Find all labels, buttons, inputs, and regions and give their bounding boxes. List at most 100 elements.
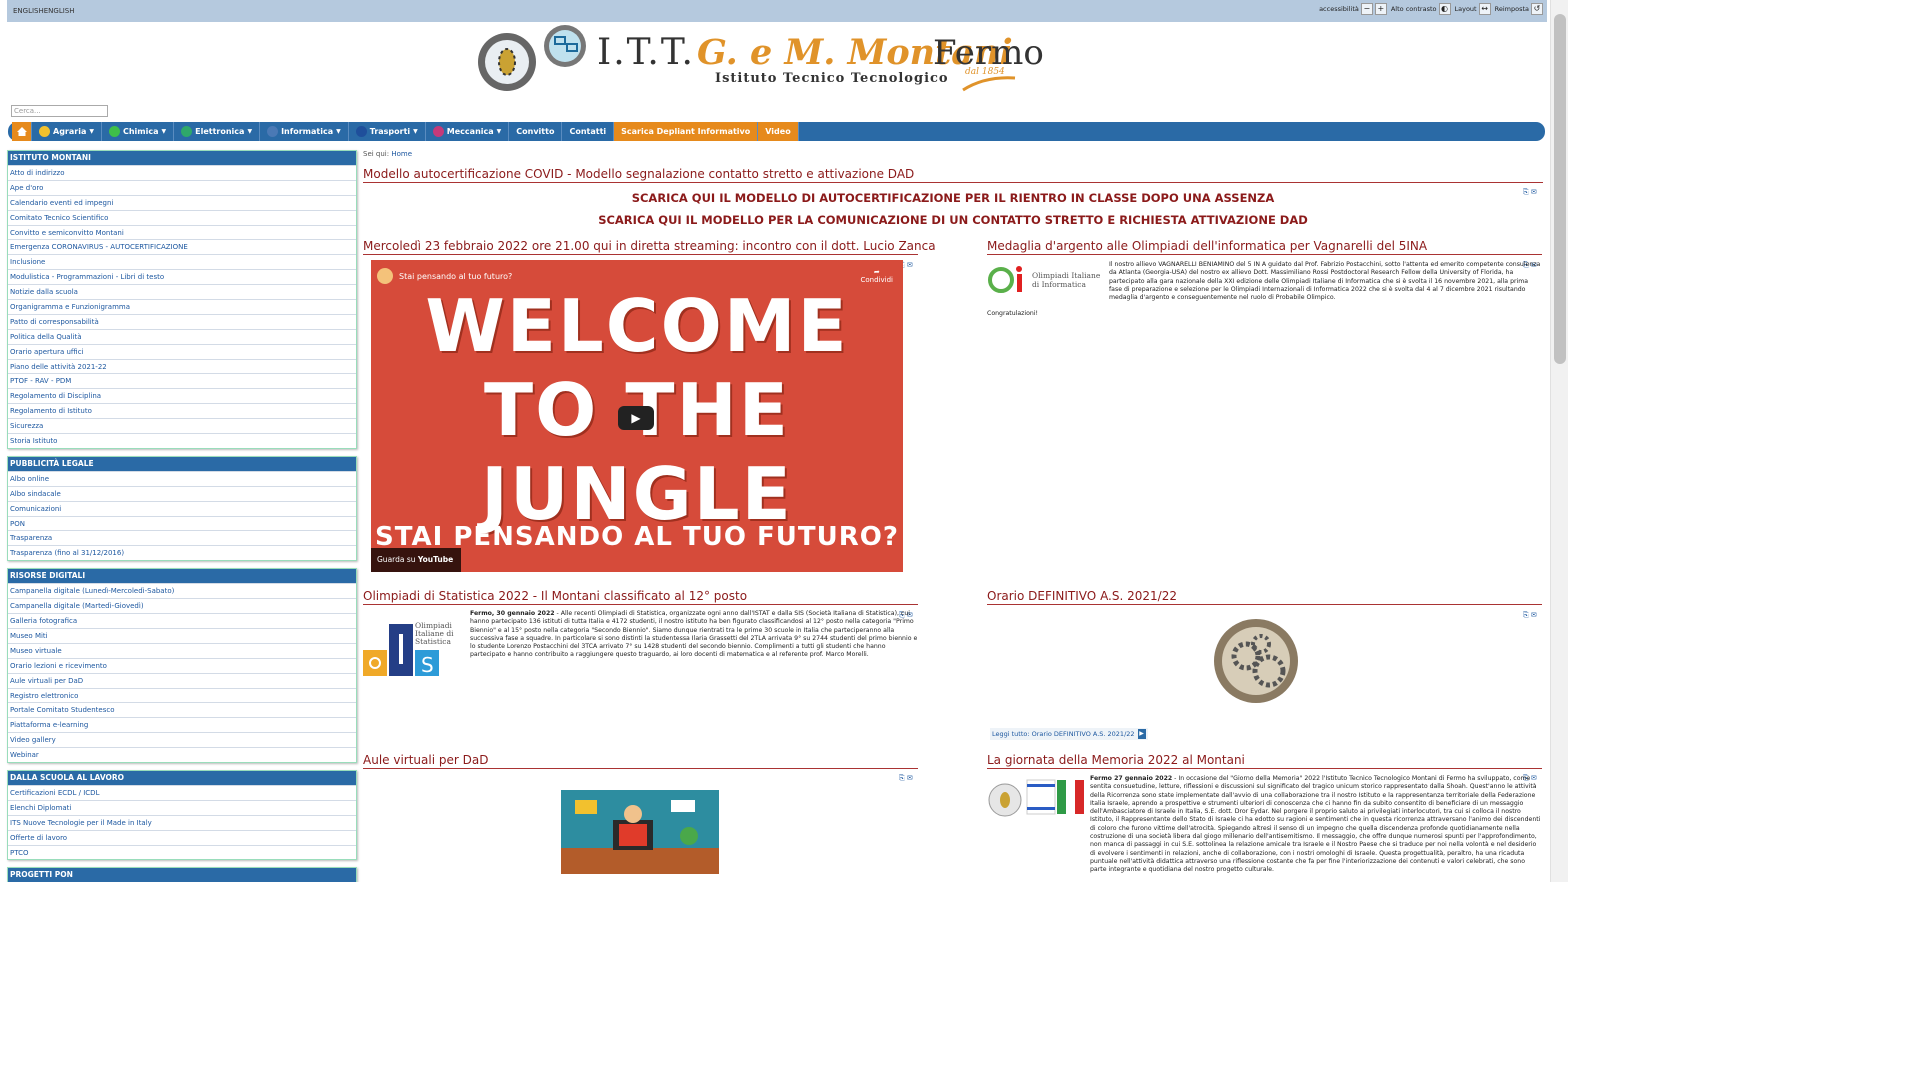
trasporti-icon [355, 126, 367, 137]
english-language-link[interactable]: ENGLISHENGLISH [13, 7, 75, 15]
sidebar-item[interactable]: Certificazioni ECDL / ICDL [8, 784, 356, 800]
nav-elettronica[interactable]: Elettronica ▼ [174, 122, 261, 141]
svg-text:Istituto Tecnico Tecnologico: Istituto Tecnico Tecnologico [715, 71, 949, 86]
sidebar-item[interactable]: Emergenza CORONAVIRUS - AUTOCERTIFICAZIO… [8, 239, 356, 254]
nav-video[interactable]: Video [758, 122, 799, 141]
orario-article-title[interactable]: Orario DEFINITIVO A.S. 2021/22 [987, 589, 1542, 605]
sidebar-item[interactable]: Ape d'oro [8, 179, 356, 195]
nav-informatica[interactable]: Informatica ▼ [260, 122, 349, 141]
svg-text:S: S [421, 653, 434, 676]
sidebar-item[interactable]: Albo online [8, 470, 356, 486]
search-input[interactable]: Cerca... [11, 105, 108, 117]
watch-on-youtube-button[interactable]: Guarda su YouTube [371, 548, 461, 572]
print-email-icon[interactable]: ⎘ ✉ [1523, 611, 1537, 620]
sidebar-item[interactable]: Webinar [8, 747, 356, 762]
sidebar-item[interactable]: Museo virtuale [8, 642, 356, 658]
contrast-icon[interactable]: ◐ [1438, 3, 1451, 15]
sidebar-item[interactable]: Convitto e semiconvitto Montani [8, 224, 356, 240]
medal-article-title[interactable]: Medaglia d'argento alle Olimpiadi dell'i… [987, 239, 1542, 255]
accessibility-label: accessibilità [1319, 5, 1359, 13]
sidebar-item[interactable]: Galleria fotografica [8, 613, 356, 628]
sidebar-item[interactable]: Trasparenza [8, 530, 356, 545]
accessibility-tools: accessibilità − + Alto contrasto ◐ Layou… [1319, 3, 1543, 15]
vertical-scrollbar[interactable] [1550, 0, 1568, 882]
video-title[interactable]: Stai pensando al tuo futuro? [399, 272, 512, 281]
sidebar-item[interactable]: Regolamento di Istituto [8, 403, 356, 418]
main-nav: Agraria ▼ Chimica ▼ Elettronica ▼ Informati… [8, 122, 1545, 141]
statistics-article-title[interactable]: Olimpiadi di Statistica 2022 - Il Montan… [363, 589, 918, 605]
nav-convitto[interactable]: Convitto [509, 122, 563, 141]
nav-contatti[interactable]: Contatti [562, 122, 615, 141]
sidebar-item[interactable]: Notizie dalla scuola [8, 284, 356, 299]
sidebar-item[interactable]: Campanella digitale (Lunedì-Mercoledì-Sa… [8, 583, 356, 598]
olimpiadi-informatica-logo: Olimpiadi Italiane di Informatica [987, 260, 1105, 300]
memoria-logos-image [987, 774, 1087, 820]
chimica-icon [108, 126, 120, 137]
sidebar-item[interactable]: Museo Miti [8, 627, 356, 643]
layout-icon[interactable]: ↔ [1478, 3, 1491, 15]
sidebar-item[interactable]: Campanella digitale (Martedì-Giovedì) [8, 598, 356, 613]
scrollbar-thumb[interactable] [1554, 14, 1566, 364]
breadcrumb-home[interactable]: Home [391, 150, 412, 158]
nav-depliant[interactable]: Scarica Depliant Informativo [614, 122, 759, 141]
reset-label: Reimposta [1494, 5, 1529, 13]
sidebar-item[interactable]: Trasparenza (fino al 31/12/2016) [8, 545, 356, 560]
orario-read-more-link[interactable]: Leggi tutto: Orario DEFINITIVO A.S. 2021… [990, 728, 1148, 740]
sidebar-item[interactable]: Calendario eventi ed impegni [8, 194, 356, 210]
covid-article-title[interactable]: Modello autocertificazione COVID - Model… [363, 167, 1543, 183]
sidebar-item[interactable]: Orario lezioni e ricevimento [8, 657, 356, 673]
sidebar-item[interactable]: Regolamento di Disciplina [8, 388, 356, 403]
aule-article-title[interactable]: Aule virtuali per DaD [363, 753, 918, 769]
site-logo[interactable]: I.T.T. G. e M. Montani Fermo Istituto Te… [475, 24, 1065, 96]
sidebar-item[interactable]: Albo sindacale [8, 485, 356, 501]
video-header: Stai pensando al tuo futuro? [377, 268, 512, 284]
autocertificazione-link[interactable]: SCARICA QUI IL MODELLO DI AUTOCERTIFICAZ… [363, 191, 1543, 205]
nav-meccanica[interactable]: Meccanica ▼ [426, 122, 510, 141]
medal-article-text: Il nostro allievo VAGNARELLI BENIAMINO d… [1109, 261, 1541, 302]
zoom-in-icon[interactable]: + [1374, 3, 1387, 15]
breadcrumb: Sei qui: Home [363, 150, 412, 158]
streaming-article-title[interactable]: Mercoledì 23 febbraio 2022 ore 21.00 qui… [363, 239, 936, 255]
sidebar-item[interactable]: Patto di corresponsabilità [8, 313, 356, 329]
sidebar-item[interactable]: Atto di indirizzo [8, 165, 356, 180]
sidebar-item[interactable]: Orario apertura uffici [8, 343, 356, 359]
sidebar-item[interactable]: Politica della Qualità [8, 328, 356, 344]
nav-trasporti[interactable]: Trasporti ▼ [349, 122, 426, 141]
sidebar-item[interactable]: Registro elettronico [8, 687, 356, 703]
nav-agraria[interactable]: Agraria ▼ [32, 122, 102, 141]
play-icon[interactable]: ▶ [618, 406, 654, 430]
zoom-out-icon[interactable]: − [1360, 3, 1373, 15]
sidebar-item[interactable]: Storia Istituto [8, 433, 356, 448]
meccanica-icon [432, 126, 444, 137]
youtube-video-player[interactable]: Stai pensando al tuo futuro? ➦ Condividi … [371, 260, 903, 572]
gear-logo-icon [478, 25, 586, 91]
sidebar-item[interactable]: Offerte di lavoro [8, 829, 356, 845]
sidebar-item[interactable]: Portale Comitato Studentesco [8, 702, 356, 717]
sidebar-item[interactable]: Comitato Tecnico Scientifico [8, 209, 356, 225]
sidebar-item[interactable]: Piano delle attività 2021-22 [8, 358, 356, 374]
home-icon[interactable] [12, 122, 32, 141]
sidebar-item[interactable]: PTOF - RAV - PDM [8, 373, 356, 388]
sidebar-item[interactable]: Video gallery [8, 732, 356, 747]
contatto-stretto-link[interactable]: SCARICA QUI IL MODELLO PER LA COMUNICAZI… [363, 213, 1543, 227]
chevron-down-icon: ▼ [161, 128, 167, 135]
sidebar-item[interactable]: PTCO [8, 844, 356, 860]
sidebar-item[interactable]: Modulistica - Programmazioni - Libri di … [8, 269, 356, 284]
sidebar-item[interactable]: PON [8, 515, 356, 531]
nav-chimica[interactable]: Chimica ▼ [102, 122, 175, 141]
chevron-down-icon: ▼ [89, 128, 94, 135]
sidebar-item[interactable]: Elenchi Diplomati [8, 799, 356, 815]
share-button[interactable]: ➦ Condividi [861, 268, 893, 284]
elettronica-icon [181, 126, 193, 137]
sidebar-item[interactable]: Aule virtuali per DaD [8, 672, 356, 688]
sidebar-item[interactable]: ITS Nuove Tecnologie per il Made in Ital… [8, 814, 356, 830]
sidebar-item[interactable]: Sicurezza [8, 418, 356, 433]
sidebar-item[interactable]: Comunicazioni [8, 500, 356, 516]
sidebar-item[interactable]: Piattaforma e-learning [8, 717, 356, 732]
chevron-down-icon: ▼ [247, 128, 253, 135]
print-email-icon[interactable]: ⎘ ✉ [899, 774, 913, 783]
sidebar-item[interactable]: Inclusione [8, 254, 356, 269]
reset-icon[interactable]: ↺ [1531, 3, 1543, 15]
sidebar-item[interactable]: Organigramma e Funzionigramma [8, 299, 356, 314]
memoria-article-title[interactable]: La giornata della Memoria 2022 al Montan… [987, 753, 1542, 769]
